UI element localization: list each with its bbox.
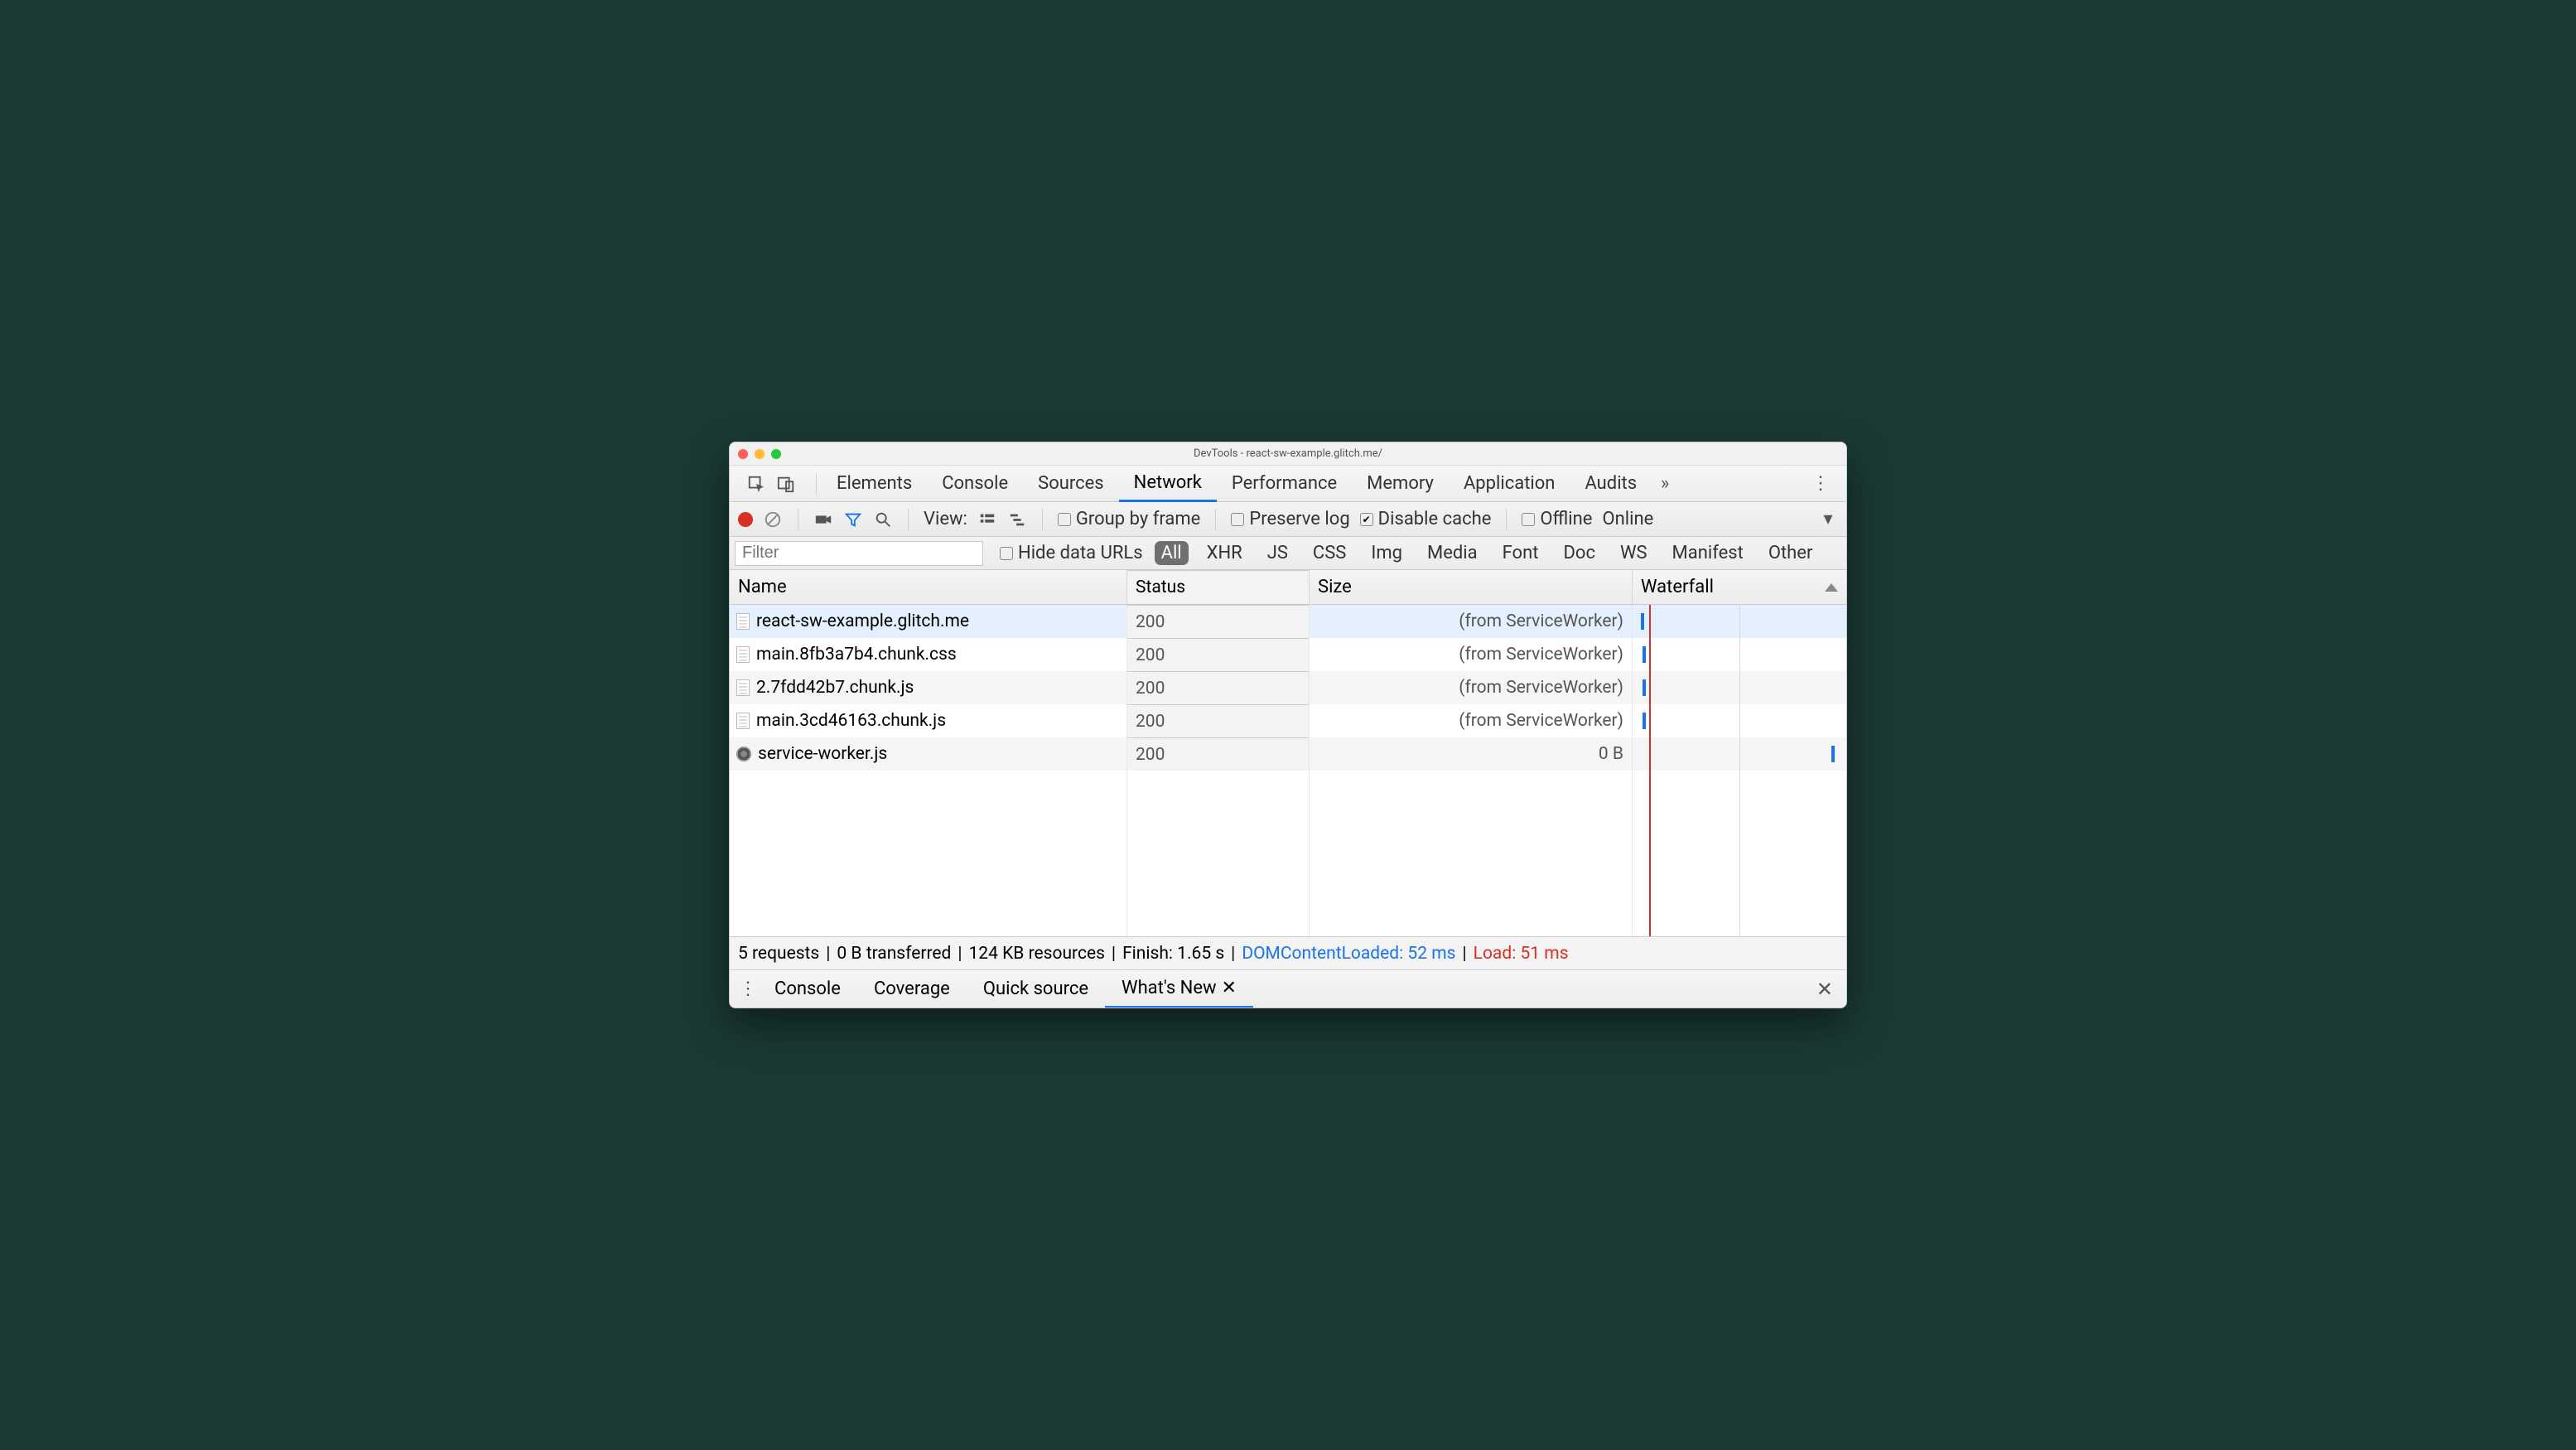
status-bar: 5 requests | 0 B transferred | 124 KB re… — [730, 936, 1846, 969]
request-name: react-sw-example.glitch.me — [756, 611, 969, 631]
tab-audits[interactable]: Audits — [1570, 466, 1652, 502]
tab-performance[interactable]: Performance — [1217, 466, 1352, 502]
status-requests: 5 requests — [738, 944, 819, 964]
table-body: react-sw-example.glitch.me 200 (from Servi… — [730, 605, 1846, 936]
waterfall-bar — [1643, 679, 1646, 696]
devtools-window: DevTools - react-sw-example.glitch.me/ E… — [729, 442, 1847, 1008]
titlebar: DevTools - react-sw-example.glitch.me/ — [730, 442, 1846, 466]
search-icon[interactable] — [873, 510, 893, 529]
table-header: Name Status Size Waterfall — [730, 570, 1846, 605]
filter-icon[interactable] — [843, 510, 863, 529]
tab-elements[interactable]: Elements — [822, 466, 927, 502]
table-row[interactable]: main.3cd46163.chunk.js 200 (from ServiceWo… — [730, 704, 1846, 737]
file-icon — [736, 679, 750, 696]
group-by-frame-checkbox[interactable]: Group by frame — [1058, 509, 1200, 529]
request-status: 200 — [1136, 712, 1165, 732]
filter-type-manifest[interactable]: Manifest — [1666, 541, 1750, 565]
waterfall-bar — [1643, 646, 1646, 663]
filter-type-js[interactable]: JS — [1261, 541, 1295, 565]
request-status: 200 — [1136, 679, 1165, 698]
network-toolbar: View: Group by frame Preserve log Disabl… — [730, 502, 1846, 537]
request-status: 200 — [1136, 612, 1165, 632]
inspect-element-icon[interactable] — [746, 474, 766, 494]
request-name: main.8fb3a7b4.chunk.css — [756, 645, 957, 665]
close-tab-icon[interactable]: ✕ — [1222, 978, 1237, 998]
waterfall-bar — [1831, 746, 1835, 762]
col-status[interactable]: Status — [1127, 570, 1310, 603]
filter-type-media[interactable]: Media — [1421, 541, 1484, 565]
filter-type-all[interactable]: All — [1155, 541, 1189, 565]
kebab-menu-icon[interactable]: ⋮ — [1802, 473, 1840, 494]
filter-bar: Hide data URLs All XHR JS CSS Img Media Font Do… — [730, 537, 1846, 570]
request-size: (from ServiceWorker) — [1459, 645, 1623, 665]
status-load: Load: 51 ms — [1474, 944, 1569, 964]
drawer-tab-coverage[interactable]: Coverage — [857, 970, 967, 1008]
window-title: DevTools - react-sw-example.glitch.me/ — [730, 447, 1846, 460]
table-row[interactable]: react-sw-example.glitch.me 200 (from Servi… — [730, 605, 1846, 638]
view-label: View: — [924, 509, 967, 529]
online-label: Online — [1602, 509, 1653, 529]
offline-checkbox[interactable]: Offline — [1522, 509, 1592, 529]
filter-type-xhr[interactable]: XHR — [1200, 541, 1249, 565]
large-rows-icon[interactable] — [977, 510, 997, 529]
drawer-tab-what-s-new[interactable]: What's New ✕ — [1105, 970, 1253, 1008]
sort-ascending-icon — [1825, 583, 1838, 592]
status-finish: Finish: 1.65 s — [1122, 944, 1224, 964]
col-waterfall[interactable]: Waterfall — [1633, 570, 1846, 604]
tab-application[interactable]: Application — [1449, 466, 1570, 502]
record-button[interactable] — [738, 512, 753, 527]
drawer-tabstrip: ⋮ ConsoleCoverageQuick sourceWhat's New … — [730, 969, 1846, 1008]
request-name: service-worker.js — [758, 744, 887, 764]
col-name[interactable]: Name — [730, 570, 1127, 604]
drawer-tab-quick-source[interactable]: Quick source — [967, 970, 1105, 1008]
hide-data-urls-checkbox[interactable]: Hide data URLs — [1000, 543, 1143, 563]
request-size: (from ServiceWorker) — [1459, 711, 1623, 731]
tab-network[interactable]: Network — [1119, 466, 1217, 502]
col-size[interactable]: Size — [1310, 570, 1633, 604]
file-icon — [736, 713, 750, 729]
table-row[interactable]: 2.7fdd42b7.chunk.js 200 (from ServiceWorke… — [730, 671, 1846, 704]
table-row[interactable]: main.8fb3a7b4.chunk.css 200 (from ServiceW… — [730, 638, 1846, 671]
gear-icon — [736, 747, 751, 761]
tab-sources[interactable]: Sources — [1023, 466, 1119, 502]
clear-icon[interactable] — [763, 510, 783, 529]
filter-type-img[interactable]: Img — [1364, 541, 1409, 565]
request-status: 200 — [1136, 645, 1165, 665]
main-tabstrip: ElementsConsoleSourcesNetworkPerformance… — [730, 466, 1846, 502]
waterfall-bar — [1641, 613, 1644, 630]
filter-input[interactable] — [735, 541, 983, 566]
filter-type-css[interactable]: CSS — [1306, 541, 1353, 565]
request-name: 2.7fdd42b7.chunk.js — [756, 678, 914, 698]
camera-icon[interactable] — [813, 510, 833, 529]
request-name: main.3cd46163.chunk.js — [756, 711, 946, 731]
file-icon — [736, 613, 750, 630]
filter-type-ws[interactable]: WS — [1614, 541, 1654, 565]
preserve-log-checkbox[interactable]: Preserve log — [1231, 509, 1349, 529]
drawer-menu-icon[interactable]: ⋮ — [738, 979, 758, 999]
tab-memory[interactable]: Memory — [1352, 466, 1449, 502]
status-resources: 124 KB resources — [969, 944, 1105, 964]
table-row[interactable]: service-worker.js 200 0 B — [730, 737, 1846, 771]
request-size: (from ServiceWorker) — [1459, 611, 1623, 631]
status-dcl: DOMContentLoaded: 52 ms — [1242, 944, 1455, 964]
waterfall-view-icon[interactable] — [1007, 510, 1027, 529]
status-transferred: 0 B transferred — [837, 944, 951, 964]
filter-type-doc[interactable]: Doc — [1556, 541, 1602, 565]
request-status: 200 — [1136, 745, 1165, 765]
filter-type-font[interactable]: Font — [1496, 541, 1546, 565]
request-size: (from ServiceWorker) — [1459, 678, 1623, 698]
drawer-tab-console[interactable]: Console — [758, 970, 857, 1008]
request-size: 0 B — [1599, 744, 1623, 764]
waterfall-bar — [1643, 713, 1646, 729]
file-icon — [736, 646, 750, 663]
more-tabs-icon[interactable]: » — [1655, 474, 1675, 494]
throttling-dropdown-icon[interactable]: ▾ — [1818, 510, 1838, 529]
close-drawer-icon[interactable]: ✕ — [1811, 978, 1838, 1001]
tab-console[interactable]: Console — [927, 466, 1023, 502]
filter-type-other[interactable]: Other — [1762, 541, 1820, 565]
device-toggle-icon[interactable] — [776, 474, 796, 494]
disable-cache-checkbox[interactable]: Disable cache — [1360, 509, 1492, 529]
